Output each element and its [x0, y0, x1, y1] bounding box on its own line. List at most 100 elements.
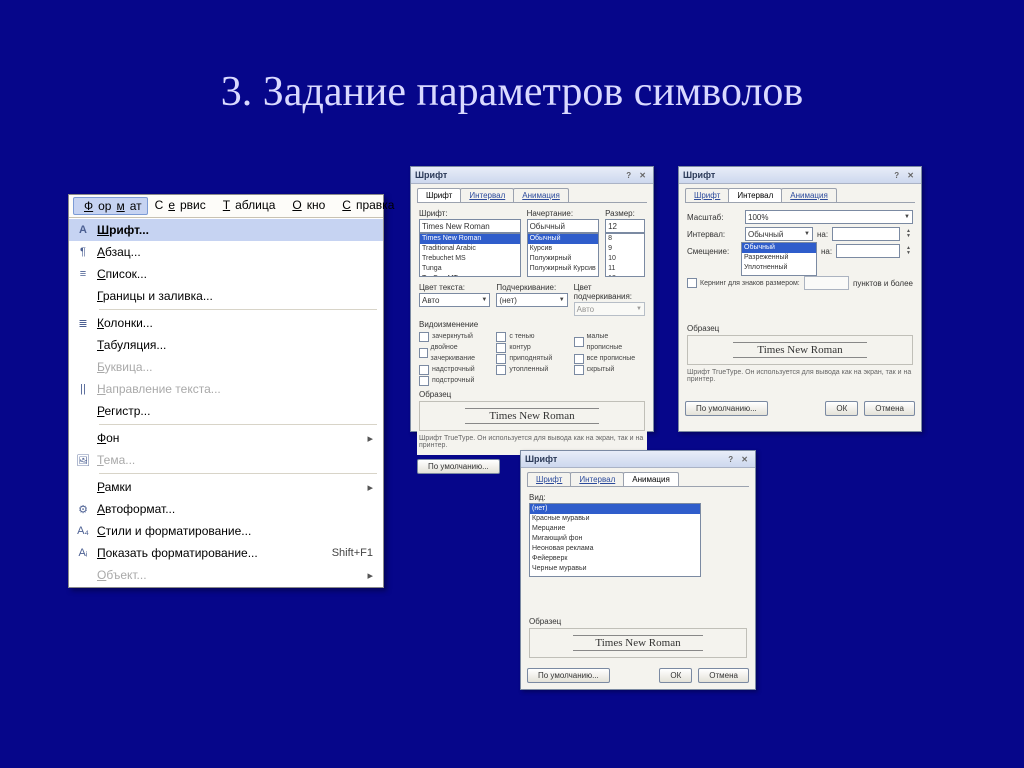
effect-checkbox[interactable]: скрытый	[574, 364, 645, 375]
cancel-button[interactable]: Отмена	[698, 668, 749, 683]
offset-amount-input[interactable]	[836, 244, 900, 258]
list-item[interactable]: 11	[606, 264, 644, 274]
list-item[interactable]: Фейерверк	[530, 554, 700, 564]
kerning-checkbox[interactable]: Кернинг для знаков размером:	[687, 278, 800, 289]
font-listbox[interactable]: Times New RomanTraditional ArabicTrebuch…	[419, 233, 521, 277]
effect-checkbox[interactable]: приподнятый	[496, 353, 567, 364]
list-item[interactable]: Tunga	[420, 264, 520, 274]
ok-button[interactable]: ОК	[825, 401, 858, 416]
window-controls[interactable]: ? ✕	[626, 171, 649, 180]
list-item[interactable]: Разреженный	[742, 253, 816, 263]
list-item[interactable]: Обычный	[528, 234, 599, 244]
size-input[interactable]: 12	[605, 219, 645, 233]
menu-item-label: Список...	[97, 267, 373, 281]
list-item[interactable]: Черные муравьи	[530, 564, 700, 574]
menu-format[interactable]: Формат	[73, 197, 148, 215]
menu-item[interactable]: ⚙Автоформат...	[69, 498, 383, 520]
list-item[interactable]: 12	[606, 274, 644, 277]
list-item[interactable]: 8	[606, 234, 644, 244]
tab-spacing[interactable]: Интервал	[728, 188, 782, 202]
menu-table[interactable]: Таблица	[213, 197, 281, 215]
scale-input[interactable]: 100%▼	[745, 210, 913, 224]
menu-item[interactable]: Рамки▸	[69, 476, 383, 498]
list-item[interactable]: Обычный	[742, 243, 816, 253]
menu-item[interactable]: Фон▸	[69, 427, 383, 449]
list-item[interactable]: Times New Roman	[420, 234, 520, 244]
menu-help[interactable]: Справка	[332, 197, 399, 215]
tab-font[interactable]: Шрифт	[685, 188, 729, 202]
default-button[interactable]: По умолчанию...	[685, 401, 768, 416]
effect-checkbox[interactable]: двойное зачеркивание	[419, 342, 490, 364]
spin-icon[interactable]: ▲▼	[904, 229, 913, 239]
menu-item[interactable]: ≡Список...	[69, 263, 383, 285]
default-button[interactable]: По умолчанию...	[527, 668, 610, 683]
spin-icon[interactable]: ▲▼	[904, 246, 913, 256]
ok-button[interactable]: ОК	[659, 668, 692, 683]
menu-item[interactable]: AШрифт...	[69, 219, 383, 241]
list-item[interactable]: Курсив	[528, 244, 599, 254]
tab-anim[interactable]: Анимация	[781, 188, 837, 202]
menu-item[interactable]: Регистр...	[69, 400, 383, 422]
menu-item[interactable]: ≣Колонки...	[69, 312, 383, 334]
effect-checkbox[interactable]: малые прописные	[574, 331, 645, 353]
menu-item[interactable]: ¶Абзац...	[69, 241, 383, 263]
style-input[interactable]: Обычный	[527, 219, 600, 233]
list-item[interactable]: 10	[606, 254, 644, 264]
tab-anim[interactable]: Анимация	[513, 188, 569, 202]
interval-listbox[interactable]: ОбычныйРазреженныйУплотненный	[741, 242, 817, 276]
menu-item-label: Показать форматирование...	[97, 546, 332, 560]
anim-dialog-titlebar: Шрифт ? ✕	[521, 451, 755, 468]
effect-checkbox[interactable]: все прописные	[574, 353, 645, 364]
window-controls[interactable]: ? ✕	[894, 171, 917, 180]
list-item[interactable]: Traditional Arabic	[420, 244, 520, 254]
menu-window[interactable]: Окно	[282, 197, 330, 215]
menu-item[interactable]: A₄Стили и форматирование...	[69, 520, 383, 542]
tab-font[interactable]: Шрифт	[417, 188, 461, 202]
menu-item-label: Фон	[97, 431, 367, 445]
list-item[interactable]: Мерцание	[530, 524, 700, 534]
interval-label: Интервал:	[687, 230, 741, 239]
tab-spacing[interactable]: Интервал	[570, 472, 624, 486]
list-item[interactable]: Уплотненный	[742, 263, 816, 273]
menu-item-icon: ¶	[69, 246, 97, 258]
menu-item[interactable]: AᵢПоказать форматирование...Shift+F1	[69, 542, 383, 564]
effect-checkbox[interactable]: утопленный	[496, 364, 567, 375]
menu-item-label: Автоформат...	[97, 502, 373, 516]
list-item[interactable]: Мигающий фон	[530, 534, 700, 544]
list-item[interactable]: Trebuchet MS	[420, 254, 520, 264]
tab-spacing[interactable]: Интервал	[460, 188, 514, 202]
effect-checkbox[interactable]: с тенью	[496, 331, 567, 342]
effect-checkbox[interactable]: зачеркнутый	[419, 331, 490, 342]
chevron-right-icon: ▸	[367, 432, 373, 445]
underline-select[interactable]: (нет)▼	[496, 293, 567, 307]
menu-item-accel: Shift+F1	[332, 547, 373, 559]
list-item[interactable]: (нет)	[530, 504, 700, 514]
effect-checkbox[interactable]: надстрочный	[419, 364, 490, 375]
menu-item-icon: ⚙	[69, 503, 97, 516]
list-item[interactable]: 9	[606, 244, 644, 254]
menu-service[interactable]: Сервис	[150, 197, 211, 215]
tab-anim[interactable]: Анимация	[623, 472, 679, 486]
list-item[interactable]: Неоновая реклама	[530, 544, 700, 554]
list-item[interactable]: Полужирный Курсив	[528, 264, 599, 274]
list-item[interactable]: Красные муравьи	[530, 514, 700, 524]
size-listbox[interactable]: 89101112	[605, 233, 645, 277]
interval-amount-input[interactable]	[832, 227, 900, 241]
font-name-input[interactable]: Times New Roman	[419, 219, 521, 233]
tab-font[interactable]: Шрифт	[527, 472, 571, 486]
list-item[interactable]: Полужирный	[528, 254, 599, 264]
default-button[interactable]: По умолчанию...	[417, 459, 500, 474]
style-listbox[interactable]: ОбычныйКурсивПолужирныйПолужирный Курсив	[527, 233, 600, 277]
window-controls[interactable]: ? ✕	[728, 455, 751, 464]
menu-item[interactable]: Границы и заливка...	[69, 285, 383, 307]
effect-checkbox[interactable]: подстрочный	[419, 375, 490, 386]
menu-item-label: Рамки	[97, 480, 367, 494]
cancel-button[interactable]: Отмена	[864, 401, 915, 416]
menu-item[interactable]: Табуляция...	[69, 334, 383, 356]
color-select[interactable]: Авто▼	[419, 293, 490, 307]
color-label: Цвет текста:	[419, 283, 490, 292]
anim-listbox[interactable]: (нет)Красные муравьиМерцаниеМигающий фон…	[529, 503, 701, 577]
list-item[interactable]: Tw Cen MT	[420, 274, 520, 277]
effect-checkbox[interactable]: контур	[496, 342, 567, 353]
interval-select[interactable]: Обычный▼	[745, 227, 813, 241]
